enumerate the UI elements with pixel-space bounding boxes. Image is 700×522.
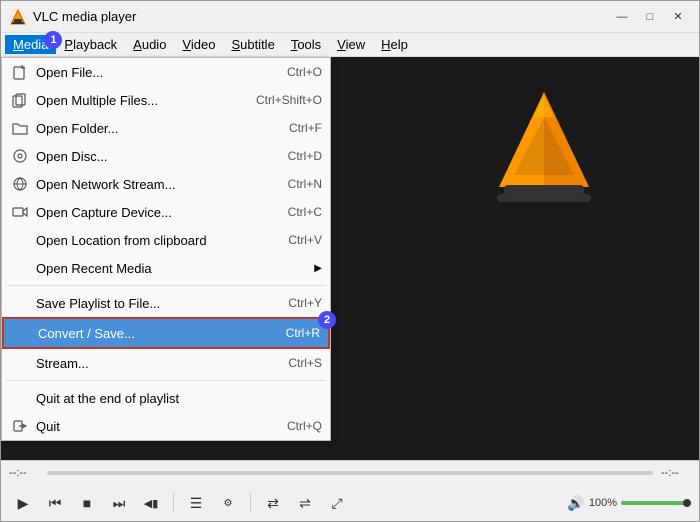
menu-media[interactable]: Media 1	[5, 35, 56, 54]
open-disc-shortcut: Ctrl+D	[288, 149, 322, 163]
open-location-label: Open Location from clipboard	[36, 233, 268, 248]
quit-end-label: Quit at the end of playlist	[36, 391, 302, 406]
menu-view[interactable]: View	[329, 35, 373, 54]
maximize-button[interactable]: □	[637, 6, 663, 28]
next-button[interactable]: ⏭	[105, 489, 133, 517]
menu-open-folder[interactable]: Open Folder... Ctrl+F	[2, 114, 330, 142]
menu-audio[interactable]: Audio	[125, 35, 174, 54]
menu-open-capture[interactable]: Open Capture Device... Ctrl+C	[2, 198, 330, 226]
volume-fill	[621, 501, 691, 505]
quit-icon	[10, 416, 30, 436]
convert-save-icon	[12, 323, 32, 343]
open-file-icon	[10, 62, 30, 82]
save-playlist-icon	[10, 293, 30, 313]
volume-area: 🔊 100%	[567, 495, 691, 512]
save-playlist-label: Save Playlist to File...	[36, 296, 268, 311]
vlc-window: VLC media player — □ ✕ Media 1 Playback …	[0, 0, 700, 522]
volume-pct: 100%	[589, 497, 617, 509]
open-multiple-label: Open Multiple Files...	[36, 93, 236, 108]
media-dropdown: Open File... Ctrl+O Open Multiple Files.…	[1, 57, 331, 441]
vlc-app-icon	[9, 8, 27, 26]
ext-settings-button[interactable]: ⚙	[214, 489, 242, 517]
open-capture-icon	[10, 202, 30, 222]
menu-save-playlist[interactable]: Save Playlist to File... Ctrl+Y	[2, 289, 330, 317]
open-multiple-shortcut: Ctrl+Shift+O	[256, 93, 322, 107]
convert-save-label: Convert / Save...	[38, 326, 266, 341]
window-controls: — □ ✕	[609, 6, 691, 28]
open-capture-shortcut: Ctrl+C	[288, 205, 322, 219]
menu-playback[interactable]: Playback	[56, 35, 125, 54]
open-recent-arrow: ▶	[314, 263, 322, 274]
convert-save-shortcut: Ctrl+R	[286, 326, 320, 340]
open-capture-label: Open Capture Device...	[36, 205, 268, 220]
vlc-cone	[489, 87, 599, 207]
open-disc-icon	[10, 146, 30, 166]
open-location-icon	[10, 230, 30, 250]
title-bar: VLC media player — □ ✕	[1, 1, 699, 33]
playlist-button[interactable]: ☰	[182, 489, 210, 517]
open-recent-label: Open Recent Media	[36, 261, 306, 276]
menu-open-location[interactable]: Open Location from clipboard Ctrl+V	[2, 226, 330, 254]
controls-area: --:-- --:-- ▶ ⏮ ■ ⏭ ◀▮ ☰ ⚙ ⇄ ⇌ ⤢ 🔊 100%	[1, 460, 699, 521]
play-button[interactable]: ▶	[9, 489, 37, 517]
menu-open-multiple[interactable]: Open Multiple Files... Ctrl+Shift+O	[2, 86, 330, 114]
menu-subtitle[interactable]: Subtitle	[223, 35, 282, 54]
open-network-icon	[10, 174, 30, 194]
minimize-button[interactable]: —	[609, 6, 635, 28]
progress-bar-area: --:-- --:--	[1, 461, 699, 485]
menu-quit[interactable]: Quit Ctrl+Q	[2, 412, 330, 440]
time-left: --:--	[9, 467, 39, 479]
volume-track[interactable]	[621, 501, 691, 505]
app-title: VLC media player	[33, 9, 609, 24]
random-button[interactable]: ⇌	[291, 489, 319, 517]
menu-open-disc[interactable]: Open Disc... Ctrl+D	[2, 142, 330, 170]
frame-prev-button[interactable]: ◀▮	[137, 489, 165, 517]
menu-open-recent[interactable]: Open Recent Media ▶	[2, 254, 330, 282]
quit-end-icon	[10, 388, 30, 408]
menu-help[interactable]: Help	[373, 35, 416, 54]
stream-shortcut: Ctrl+S	[288, 356, 322, 370]
volume-knob	[683, 499, 691, 507]
stream-icon	[10, 353, 30, 373]
separator-1	[6, 285, 326, 286]
badge-2: 2	[318, 311, 336, 329]
stop-button[interactable]: ■	[73, 489, 101, 517]
open-recent-icon	[10, 258, 30, 278]
open-folder-icon	[10, 118, 30, 138]
menu-open-file[interactable]: Open File... Ctrl+O	[2, 58, 330, 86]
separator-2	[6, 380, 326, 381]
open-file-shortcut: Ctrl+O	[287, 65, 322, 79]
separator-controls-2	[250, 493, 251, 513]
menu-convert-save[interactable]: Convert / Save... Ctrl+R 2	[2, 317, 330, 349]
quit-label: Quit	[36, 419, 267, 434]
prev-button[interactable]: ⏮	[41, 489, 69, 517]
open-network-label: Open Network Stream...	[36, 177, 268, 192]
controls-row: ▶ ⏮ ■ ⏭ ◀▮ ☰ ⚙ ⇄ ⇌ ⤢ 🔊 100%	[1, 485, 699, 521]
open-disc-label: Open Disc...	[36, 149, 268, 164]
loop-button[interactable]: ⇄	[259, 489, 287, 517]
quit-shortcut: Ctrl+Q	[287, 419, 322, 433]
menu-tools[interactable]: Tools	[283, 35, 329, 54]
close-button[interactable]: ✕	[665, 6, 691, 28]
open-network-shortcut: Ctrl+N	[288, 177, 322, 191]
open-file-label: Open File...	[36, 65, 267, 80]
menu-quit-end[interactable]: Quit at the end of playlist	[2, 384, 330, 412]
menu-stream[interactable]: Stream... Ctrl+S	[2, 349, 330, 377]
volume-icon: 🔊	[567, 495, 584, 512]
shuffle-button[interactable]: ⤢	[323, 489, 351, 517]
separator-controls-1	[173, 493, 174, 513]
open-multiple-icon	[10, 90, 30, 110]
menu-video[interactable]: Video	[174, 35, 223, 54]
open-location-shortcut: Ctrl+V	[288, 233, 322, 247]
stream-label: Stream...	[36, 356, 268, 371]
save-playlist-shortcut: Ctrl+Y	[288, 296, 322, 310]
open-folder-label: Open Folder...	[36, 121, 269, 136]
menu-open-network[interactable]: Open Network Stream... Ctrl+N	[2, 170, 330, 198]
menu-media-underline: Media	[13, 37, 48, 52]
open-folder-shortcut: Ctrl+F	[289, 121, 322, 135]
progress-track[interactable]	[47, 471, 653, 475]
menu-bar: Media 1 Playback Audio Video Subtitle To…	[1, 33, 699, 57]
time-right: --:--	[661, 467, 691, 479]
